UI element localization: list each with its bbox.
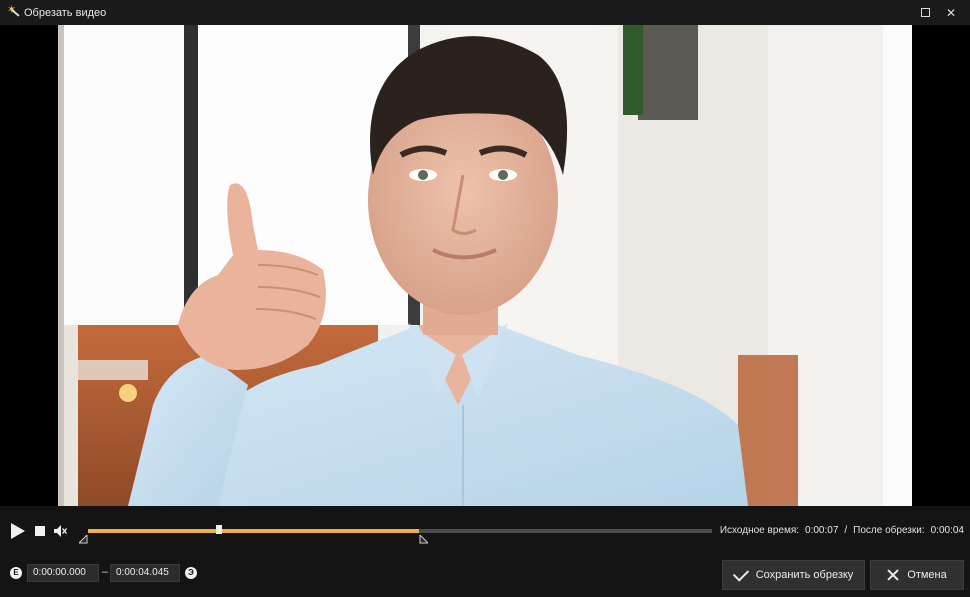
range-dash: – xyxy=(102,566,109,578)
close-icon: ✕ xyxy=(945,5,957,20)
window-controls: ✕ xyxy=(912,0,964,25)
timeline-selected-range xyxy=(88,529,419,533)
maximize-icon xyxy=(920,8,930,17)
window-title: Обрезать видео xyxy=(24,6,107,19)
save-trim-label: Сохранить обрезку xyxy=(755,569,854,581)
after-trim-value: 0:00:04 xyxy=(930,525,964,536)
trim-end-field[interactable] xyxy=(110,564,180,582)
close-button[interactable]: ✕ xyxy=(938,0,964,25)
checkmark-icon xyxy=(732,564,749,582)
time-separator: / xyxy=(844,525,848,536)
mute-icon[interactable] xyxy=(53,524,68,538)
close-icon xyxy=(887,569,899,581)
duration-info: Исходное время: 0:00:07 / После обрезки:… xyxy=(720,525,964,536)
playback-controls: Исходное время: 0:00:07 / После обрезки:… xyxy=(0,506,970,554)
magic-wand-icon: ✶ xyxy=(7,4,20,19)
maximize-button[interactable] xyxy=(912,0,938,25)
trim-start-marker[interactable] xyxy=(79,535,88,544)
trim-panel: Е – Э Сохранить обрезку Отмена xyxy=(0,554,970,597)
stop-icon[interactable] xyxy=(35,526,45,536)
cancel-button[interactable]: Отмена xyxy=(870,560,964,590)
timeline-track[interactable] xyxy=(79,525,712,544)
source-time-label: Исходное время: xyxy=(719,525,800,536)
play-icon[interactable] xyxy=(11,523,25,539)
playhead-handle[interactable] xyxy=(216,525,223,534)
trim-end-icon[interactable]: Э xyxy=(185,567,197,579)
cancel-label: Отмена xyxy=(907,569,947,581)
video-frame xyxy=(58,25,912,506)
trim-start-icon[interactable]: Е xyxy=(10,567,22,579)
save-trim-button[interactable]: Сохранить обрезку xyxy=(722,560,865,590)
video-still-image xyxy=(58,25,912,506)
title-bar: ✶ Обрезать видео ✕ xyxy=(0,0,970,26)
video-preview[interactable] xyxy=(0,25,970,506)
source-time-value: 0:00:07 xyxy=(805,525,839,536)
trim-start-field[interactable] xyxy=(27,564,99,582)
trim-end-marker[interactable] xyxy=(419,535,428,544)
after-trim-label: После обрезки: xyxy=(853,525,925,536)
